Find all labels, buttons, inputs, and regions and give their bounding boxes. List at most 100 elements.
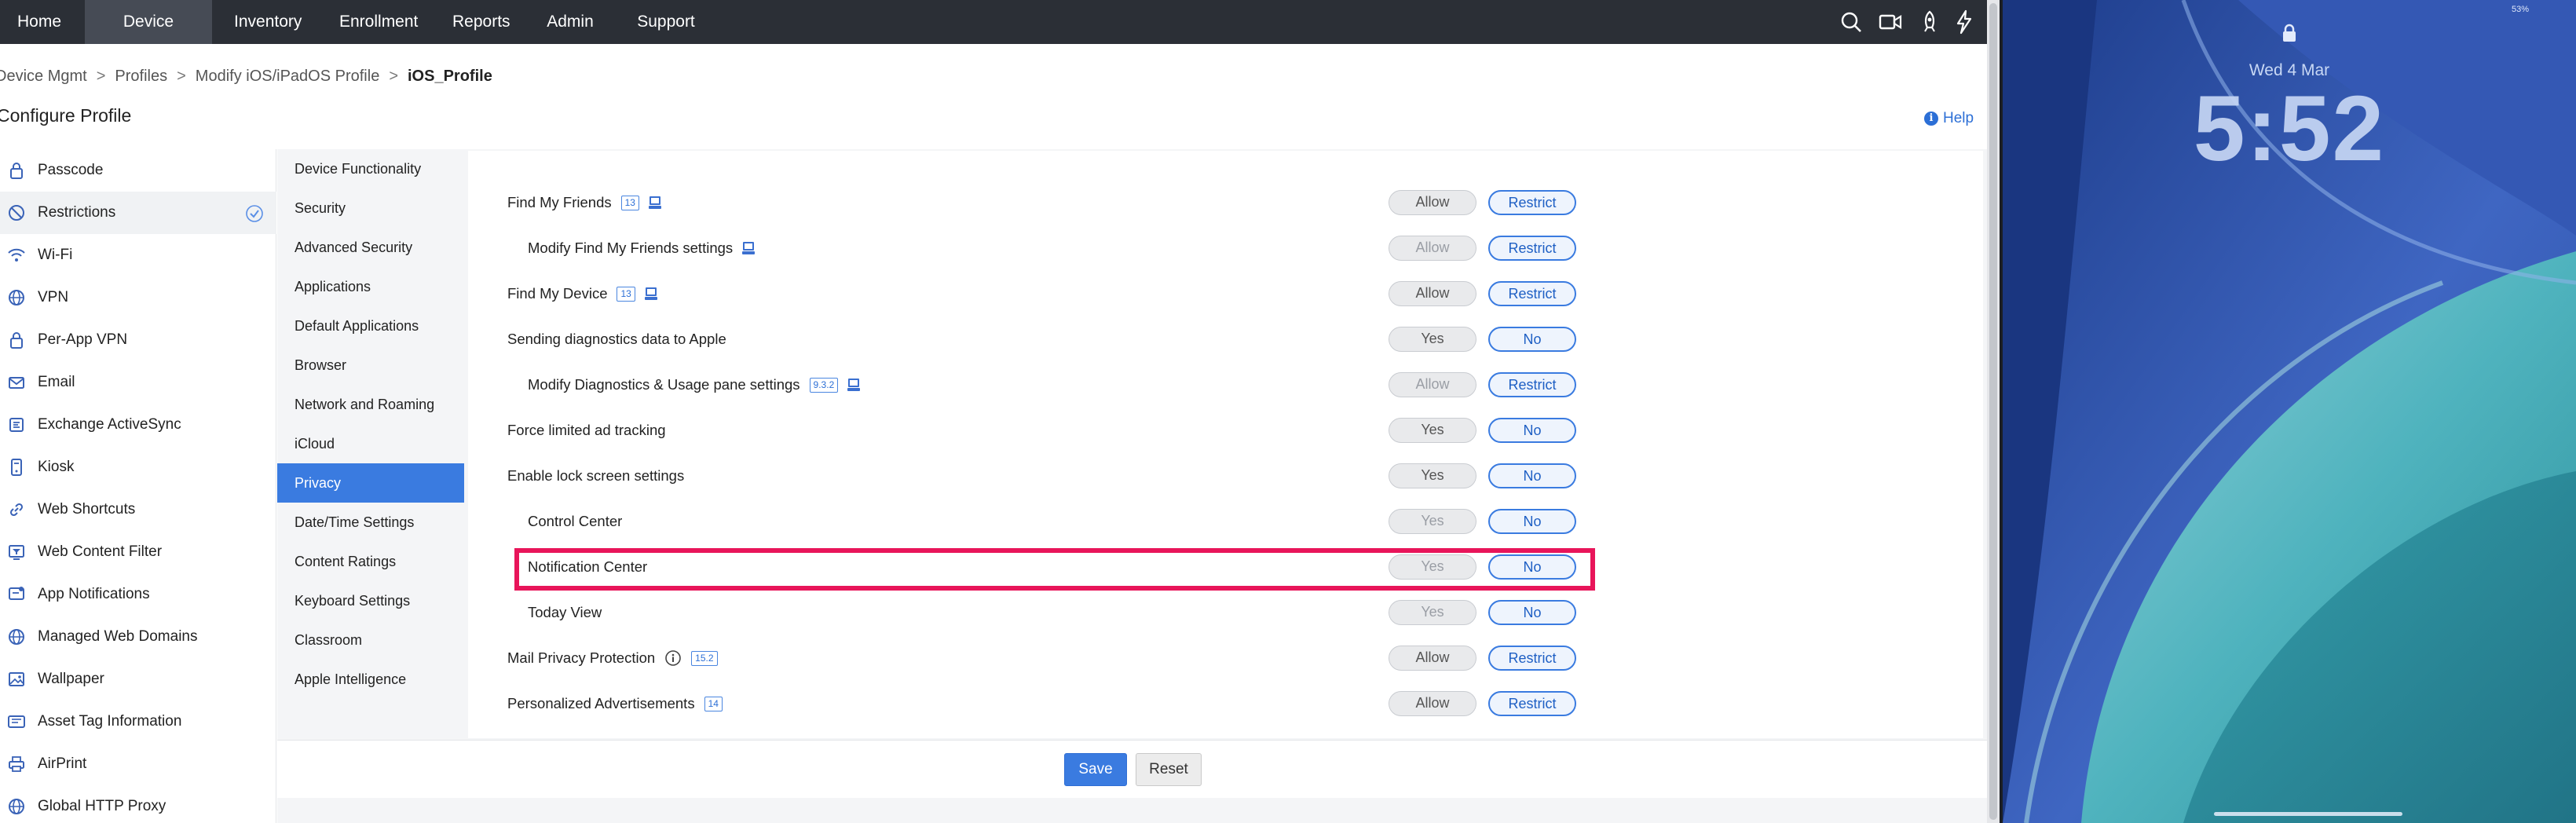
breadcrumb-link-profiles[interactable]: Profiles (115, 68, 167, 86)
option-allow-button[interactable]: Allow (1389, 691, 1476, 716)
sidebar-item-email[interactable]: Email (0, 361, 276, 404)
breadcrumb-link-device-mgmt[interactable]: Device Mgmt (0, 68, 87, 86)
setting-row-find-my-friends: Find My Friends 13 (507, 187, 663, 218)
option-allow-button[interactable]: Allow (1389, 190, 1476, 215)
nav-tab-admin[interactable]: Admin (528, 0, 613, 44)
chevron-right-icon: > (177, 67, 186, 85)
sidebar-item-label: Kiosk (38, 459, 75, 475)
nav-tab-device-mgmt[interactable]: Device Mgmt (85, 0, 212, 75)
sidebar-item-kiosk[interactable]: Kiosk (0, 446, 276, 488)
option-yes-button[interactable]: Yes (1389, 327, 1476, 352)
category-date-time-settings[interactable]: Date/Time Settings (277, 503, 464, 542)
setting-row-modify-diagnostics-usage-pane-settings: Modify Diagnostics & Usage pane settings… (528, 369, 862, 401)
nav-tab-inventory[interactable]: Inventory (217, 0, 317, 44)
form-footer (277, 740, 1987, 798)
lightning-icon[interactable] (1951, 9, 1978, 35)
video-icon[interactable] (1877, 9, 1904, 35)
kiosk-icon (6, 457, 27, 477)
search-icon[interactable] (1838, 9, 1864, 35)
os-version-badge: 13 (617, 286, 635, 302)
tag-icon (6, 711, 27, 732)
rocket-icon[interactable] (1916, 9, 1943, 35)
category-keyboard-settings[interactable]: Keyboard Settings (277, 581, 464, 620)
category-classroom[interactable]: Classroom (277, 620, 464, 660)
setting-label: Mail Privacy Protection (507, 649, 656, 666)
lock-screen-time: 5:52 (2193, 77, 2386, 181)
option-yes-button[interactable]: Yes (1389, 463, 1476, 488)
globe-icon (6, 287, 27, 308)
option-no-button[interactable]: No (1488, 418, 1576, 443)
os-version-badge: 13 (620, 195, 639, 210)
option-yes-button[interactable]: Yes (1389, 509, 1476, 534)
sidebar-item-managed-web-domains[interactable]: Managed Web Domains (0, 616, 276, 658)
option-allow-button[interactable]: Allow (1389, 281, 1476, 306)
option-yes-button[interactable]: Yes (1389, 600, 1476, 625)
sidebar-item-passcode[interactable]: Passcode (0, 149, 276, 192)
nav-tab-support[interactable]: Support (617, 0, 715, 44)
category-browser[interactable]: Browser (277, 346, 464, 385)
option-allow-button[interactable]: Allow (1389, 646, 1476, 671)
scrollbar-thumb[interactable] (1989, 3, 1997, 820)
info-icon[interactable] (664, 649, 682, 667)
sidebar-item-per-app-vpn[interactable]: Per-App VPN (0, 319, 276, 361)
option-allow-button[interactable]: Allow (1389, 372, 1476, 397)
sidebar-item-vpn[interactable]: VPN (0, 276, 276, 319)
os-version-badge: 15.2 (691, 650, 718, 666)
category-default-applications[interactable]: Default Applications (277, 306, 464, 346)
category-advanced-security[interactable]: Advanced Security (277, 228, 464, 267)
nav-tab-reports[interactable]: Reports (435, 0, 523, 44)
nav-tab-home[interactable]: Home (0, 0, 74, 44)
os-version-badge: 9.3.2 (809, 377, 839, 393)
option-restrict-button[interactable]: Restrict (1488, 372, 1576, 397)
info-icon: i (1924, 112, 1938, 126)
sidebar-item-app-notifications[interactable]: App Notifications (0, 573, 276, 616)
sidebar-item-asset-tag-information[interactable]: Asset Tag Information (0, 700, 276, 743)
sidebar-item-wallpaper[interactable]: Wallpaper (0, 658, 276, 700)
category-icloud[interactable]: iCloud (277, 424, 464, 463)
setting-label: Modify Find My Friends settings (528, 240, 734, 256)
category-network-and-roaming[interactable]: Network and Roaming (277, 385, 464, 424)
sidebar-item-web-shortcuts[interactable]: Web Shortcuts (0, 488, 276, 531)
sidebar-item-global-http-proxy[interactable]: Global HTTP Proxy (0, 785, 276, 823)
option-yes-button[interactable]: Yes (1389, 418, 1476, 443)
option-no-button[interactable]: No (1488, 463, 1576, 488)
sidebar-item-label: Per-App VPN (38, 331, 128, 348)
sidebar-item-restrictions[interactable]: Restrictions (0, 192, 276, 234)
category-privacy[interactable]: Privacy (277, 463, 464, 503)
home-indicator[interactable] (2214, 812, 2402, 816)
os-version-badge: 14 (704, 696, 723, 711)
category-apple-intelligence[interactable]: Apple Intelligence (277, 660, 464, 699)
sidebar-item-airprint[interactable]: AirPrint (0, 743, 276, 785)
sidebar-item-label: Web Shortcuts (38, 501, 136, 518)
setting-label: Modify Diagnostics & Usage pane settings (528, 376, 800, 393)
help-link[interactable]: i Help (1924, 110, 1974, 127)
highlight-box (514, 548, 1595, 591)
option-restrict-button[interactable]: Restrict (1488, 190, 1576, 215)
sidebar-item-wi-fi[interactable]: Wi-Fi (0, 234, 276, 276)
option-restrict-button[interactable]: Restrict (1488, 691, 1576, 716)
supervised-device-icon (643, 286, 659, 302)
sidebar-item-web-content-filter[interactable]: Web Content Filter (0, 531, 276, 573)
sidebar-item-label: App Notifications (38, 586, 150, 602)
link-icon (6, 499, 27, 520)
category-device-functionality[interactable]: Device Functionality (277, 149, 464, 188)
category-security[interactable]: Security (277, 188, 464, 228)
category-content-ratings[interactable]: Content Ratings (277, 542, 464, 581)
sidebar-item-label: Wallpaper (38, 671, 104, 687)
breadcrumb-link-modify-ios-ipados-profile[interactable]: Modify iOS/iPadOS Profile (196, 68, 380, 86)
option-no-button[interactable]: No (1488, 600, 1576, 625)
option-restrict-button[interactable]: Restrict (1488, 646, 1576, 671)
option-allow-button[interactable]: Allow (1389, 236, 1476, 261)
check-circle-icon (245, 204, 264, 223)
nav-tab-enrollment[interactable]: Enrollment (322, 0, 430, 44)
supervised-device-icon (647, 195, 663, 210)
option-no-button[interactable]: No (1488, 327, 1576, 352)
save-button[interactable]: Save (1064, 753, 1127, 786)
option-no-button[interactable]: No (1488, 509, 1576, 534)
option-restrict-button[interactable]: Restrict (1488, 236, 1576, 261)
category-applications[interactable]: Applications (277, 267, 464, 306)
sidebar-item-label: AirPrint (38, 755, 87, 772)
reset-button[interactable]: Reset (1136, 753, 1202, 786)
option-restrict-button[interactable]: Restrict (1488, 281, 1576, 306)
sidebar-item-exchange-activesync[interactable]: Exchange ActiveSync (0, 404, 276, 446)
